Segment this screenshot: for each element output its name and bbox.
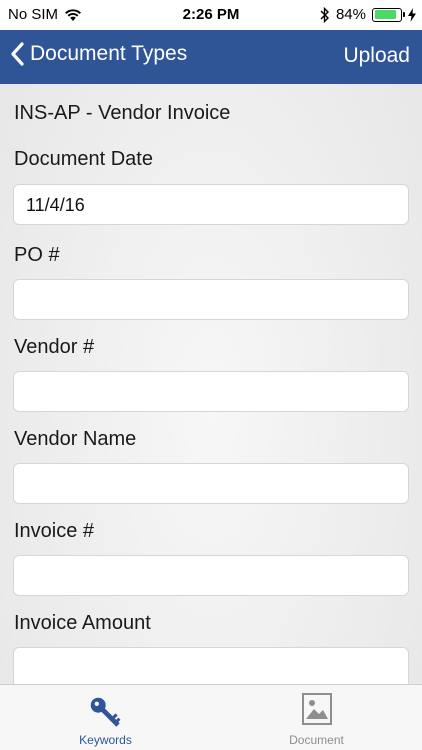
- tab-document[interactable]: Document: [211, 685, 422, 750]
- field-label-invoice-amount: Invoice Amount: [14, 612, 151, 634]
- battery-fill: [374, 10, 396, 19]
- navigation-bar: Document Types Upload: [0, 30, 422, 84]
- charging-icon: [408, 7, 416, 22]
- vendor-number-input[interactable]: [13, 371, 409, 412]
- field-label-po-number: PO #: [14, 244, 60, 266]
- battery-percent: 84%: [335, 6, 366, 23]
- document-date-input[interactable]: 11/4/16: [13, 184, 409, 225]
- keywords-form: INS-AP - Vendor Invoice Document Date 11…: [0, 84, 422, 684]
- field-label-vendor-name: Vendor Name: [14, 428, 137, 450]
- po-number-input[interactable]: [13, 279, 409, 320]
- field-label-invoice-number: Invoice #: [14, 520, 95, 542]
- vendor-name-input[interactable]: [13, 463, 409, 504]
- invoice-amount-input[interactable]: [13, 647, 409, 684]
- status-right: 84%: [320, 6, 416, 23]
- bluetooth-icon: [320, 6, 329, 23]
- upload-button[interactable]: Upload: [343, 44, 410, 68]
- tab-document-label: Document: [289, 733, 344, 747]
- battery-icon: [372, 7, 405, 22]
- tab-keywords-label: Keywords: [79, 733, 132, 747]
- image-icon: [301, 693, 332, 725]
- tab-bar: Keywords Document: [0, 684, 422, 750]
- chevron-left-icon: [11, 42, 24, 66]
- document-type-title: INS-AP - Vendor Invoice: [14, 102, 231, 124]
- status-bar: No SIM 2:26 PM 84%: [0, 0, 422, 30]
- tab-keywords[interactable]: Keywords: [0, 685, 211, 750]
- back-button-label: Document Types: [30, 42, 188, 65]
- invoice-number-input[interactable]: [13, 555, 409, 596]
- field-label-document-date: Document Date: [14, 148, 153, 170]
- field-label-vendor-number: Vendor #: [14, 336, 95, 358]
- key-icon: [90, 697, 120, 727]
- back-button[interactable]: Document Types: [10, 42, 187, 66]
